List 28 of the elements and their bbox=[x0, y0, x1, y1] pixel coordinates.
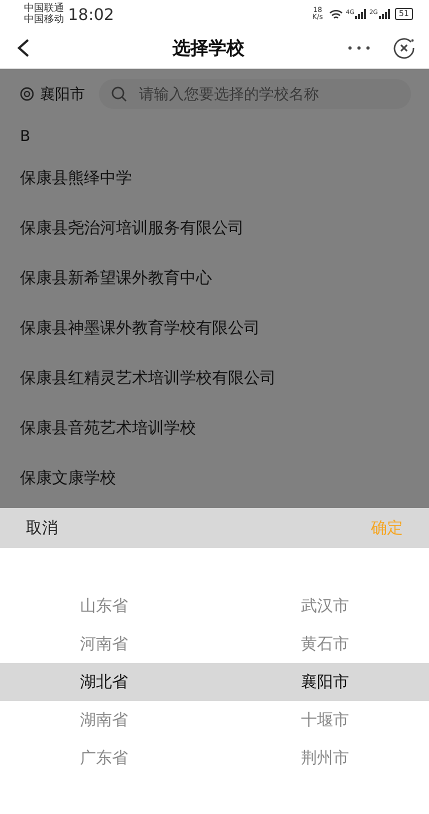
cancel-button[interactable]: 取消 bbox=[24, 516, 60, 540]
location-icon bbox=[20, 87, 34, 101]
selected-picker-row[interactable]: 湖北省 襄阳市 bbox=[0, 663, 429, 701]
picker-row[interactable]: 河南省 黄石市 bbox=[0, 625, 429, 663]
battery-level: 51 bbox=[394, 8, 413, 20]
search-field[interactable]: 请输入您要选择的学校名称 bbox=[99, 79, 411, 109]
page-title: 选择学校 bbox=[172, 37, 246, 60]
back-icon[interactable] bbox=[16, 38, 30, 58]
school-item[interactable]: 保康县新希望课外教育中心 bbox=[0, 253, 429, 303]
school-item[interactable]: 保康县尧治河培训服务有限公司 bbox=[0, 203, 429, 253]
city-selector[interactable]: 襄阳市 bbox=[40, 84, 85, 104]
carrier-label: 中国联通 bbox=[24, 3, 64, 14]
school-item[interactable]: 保康县红精灵艺术培训学校有限公司 bbox=[0, 353, 429, 403]
signal-icon bbox=[378, 9, 390, 19]
more-icon[interactable] bbox=[347, 45, 371, 51]
school-item[interactable]: 保康文康学校 bbox=[0, 453, 429, 503]
picker-row[interactable]: 山东省 武汉市 bbox=[0, 587, 429, 625]
close-icon[interactable] bbox=[393, 37, 415, 59]
carrier-label: 中国移动 bbox=[24, 14, 64, 25]
school-item[interactable]: 保康县音苑艺术培训学校 bbox=[0, 403, 429, 453]
clock: 18:02 bbox=[68, 4, 114, 24]
school-item[interactable]: 保康县神墨课外教育学校有限公司 bbox=[0, 303, 429, 353]
signal-icon bbox=[355, 9, 366, 19]
section-letter: B bbox=[19, 126, 32, 145]
school-item[interactable]: 保康县熊绎中学 bbox=[0, 153, 429, 203]
picker-row[interactable]: 广东省 荆州市 bbox=[0, 739, 429, 777]
wifi-icon bbox=[328, 8, 343, 20]
picker-row[interactable]: 湖南省 十堰市 bbox=[0, 701, 429, 739]
